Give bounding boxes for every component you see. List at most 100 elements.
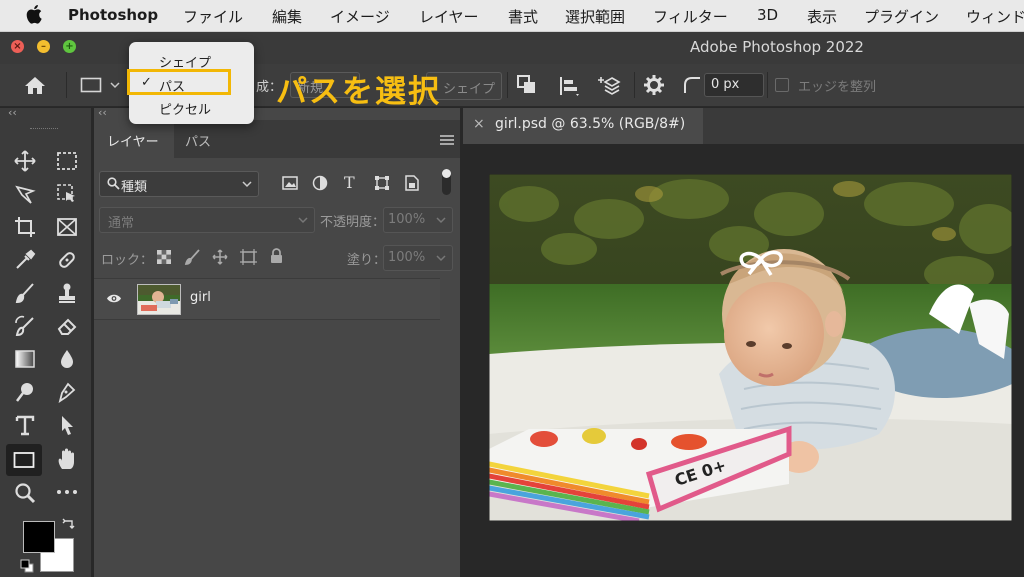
highlight-box (127, 69, 231, 95)
eye-icon[interactable] (106, 293, 122, 304)
rectangle-tool-icon (13, 452, 35, 468)
spot-healing-brush-icon[interactable] (56, 249, 78, 271)
close-tab-icon[interactable]: × (473, 116, 485, 132)
rectangle-tool-preset-icon[interactable] (80, 76, 102, 94)
history-brush-tool-icon[interactable] (14, 315, 36, 337)
align-edges-checkbox[interactable] (775, 78, 789, 92)
menu-plugins[interactable]: プラグイン (864, 6, 939, 27)
menu-edit[interactable]: 編集 (272, 6, 302, 27)
blend-mode-select[interactable]: 通常 (99, 207, 315, 233)
blur-tool-icon[interactable] (56, 348, 78, 370)
menu-view[interactable]: 表示 (807, 6, 837, 27)
gradient-tool-icon[interactable] (14, 348, 36, 370)
collapse-toolbar-icon[interactable]: ‹‹ (8, 106, 17, 119)
filter-kind-select[interactable]: 種類 (99, 171, 259, 197)
eraser-tool-icon[interactable] (56, 315, 78, 337)
plus-icon: + (65, 41, 74, 52)
object-selection-tool-icon[interactable] (56, 183, 78, 205)
fill-value: 100% (388, 250, 426, 265)
tab-paths[interactable]: パス (174, 120, 226, 158)
app-window-title: Adobe Photoshop 2022 (690, 38, 864, 56)
pixel-layer-filter-icon[interactable] (282, 176, 298, 190)
home-icon[interactable] (24, 75, 46, 95)
minimize-icon: – (41, 41, 46, 52)
photo-girl-reading: CE 0+ (489, 174, 1012, 521)
filter-toggle-knob (442, 169, 451, 178)
canvas-image[interactable]: CE 0+ (489, 174, 1012, 521)
smart-object-filter-icon[interactable] (405, 175, 419, 191)
dodge-tool-icon[interactable] (14, 381, 36, 403)
document-area: × girl.psd @ 63.5% (RGB/8#) CE 0+ (463, 108, 1024, 577)
lock-transparent-pixels-icon[interactable] (157, 250, 171, 264)
instruction-annotation: パスを選択 (276, 74, 441, 110)
type-tool-icon[interactable] (14, 414, 36, 436)
minimize-window-button[interactable]: – (37, 40, 50, 53)
menu-select[interactable]: 選択範囲 (565, 6, 625, 27)
lock-image-pixels-icon[interactable] (184, 249, 200, 265)
divider (767, 72, 768, 98)
path-arrangement-icon[interactable] (598, 73, 624, 99)
path-operations-icon[interactable] (516, 74, 538, 96)
corner-radius-input[interactable]: 0 px (704, 73, 764, 97)
menu-filter[interactable]: フィルター (653, 6, 728, 27)
menu-layer[interactable]: レイヤー (419, 6, 479, 27)
pen-tool-icon[interactable] (56, 381, 78, 403)
lock-label: ロック： (101, 253, 154, 268)
adjustment-layer-filter-icon[interactable] (312, 175, 328, 191)
frame-tool-icon[interactable] (56, 216, 78, 238)
path-alignment-icon[interactable] (557, 74, 581, 98)
brush-tool-icon[interactable] (14, 282, 36, 304)
lock-position-icon[interactable] (212, 249, 228, 265)
opacity-value: 100% (388, 212, 426, 227)
lasso-tool-icon[interactable] (14, 183, 36, 205)
grip-handle[interactable] (30, 128, 58, 132)
zoom-window-button[interactable]: + (63, 40, 76, 53)
apple-icon[interactable] (26, 4, 42, 24)
crop-tool-icon[interactable] (14, 216, 36, 238)
eyedropper-tool-icon[interactable] (14, 249, 36, 271)
tab-layers-label: レイヤー (107, 135, 159, 150)
clone-stamp-tool-icon[interactable] (56, 282, 78, 304)
menu-type[interactable]: 書式 (508, 6, 538, 27)
menu-item-pixel[interactable]: ピクセル (159, 99, 211, 118)
path-selection-tool-icon[interactable] (56, 414, 78, 436)
opacity-input[interactable]: 100% (383, 207, 453, 233)
layer-thumbnail-image (138, 285, 180, 314)
menu-image[interactable]: イメージ (330, 6, 390, 27)
layer-row[interactable]: girl (94, 278, 440, 320)
more-tools-icon[interactable] (56, 488, 78, 496)
close-window-button[interactable]: × (11, 40, 24, 53)
shape-layer-filter-icon[interactable] (374, 175, 390, 191)
zoom-tool-icon[interactable] (14, 482, 36, 504)
fill-label: 塗り： (347, 253, 387, 268)
search-icon (107, 177, 120, 190)
tools-panel: ‹‹ (0, 106, 91, 577)
layer-name[interactable]: girl (190, 290, 211, 305)
move-tool-icon[interactable] (14, 150, 36, 172)
filter-toggle[interactable] (442, 169, 451, 195)
corner-radius-icon (684, 77, 700, 93)
shape-button-label: シェイプ (443, 82, 496, 97)
foreground-color-swatch[interactable] (23, 521, 55, 553)
hand-tool-icon[interactable] (56, 447, 78, 471)
panel-tab-strip: レイヤー パス (94, 120, 460, 158)
divider (507, 72, 508, 98)
collapse-panel-icon[interactable]: ‹‹ (98, 106, 107, 119)
default-colors-icon[interactable] (20, 559, 34, 573)
fill-input[interactable]: 100% (383, 245, 453, 271)
chevron-down-icon[interactable] (110, 82, 120, 89)
menu-file[interactable]: ファイル (183, 6, 243, 27)
document-tab[interactable]: × girl.psd @ 63.5% (RGB/8#) (463, 108, 703, 144)
app-menu-photoshop[interactable]: Photoshop (68, 6, 158, 24)
type-layer-filter-icon[interactable]: T (344, 173, 355, 192)
tab-layers[interactable]: レイヤー (94, 120, 174, 158)
lock-all-icon[interactable] (270, 248, 283, 264)
gear-icon[interactable] (644, 75, 664, 95)
rectangle-tool-button[interactable] (6, 444, 42, 476)
menu-3d[interactable]: 3D (757, 6, 778, 24)
swap-colors-icon[interactable] (62, 518, 76, 532)
panel-menu-icon[interactable] (440, 135, 454, 145)
lock-artboard-icon[interactable] (240, 249, 257, 265)
marquee-tool-icon[interactable] (56, 150, 78, 172)
menu-window[interactable]: ウィンドウ (966, 6, 1024, 27)
